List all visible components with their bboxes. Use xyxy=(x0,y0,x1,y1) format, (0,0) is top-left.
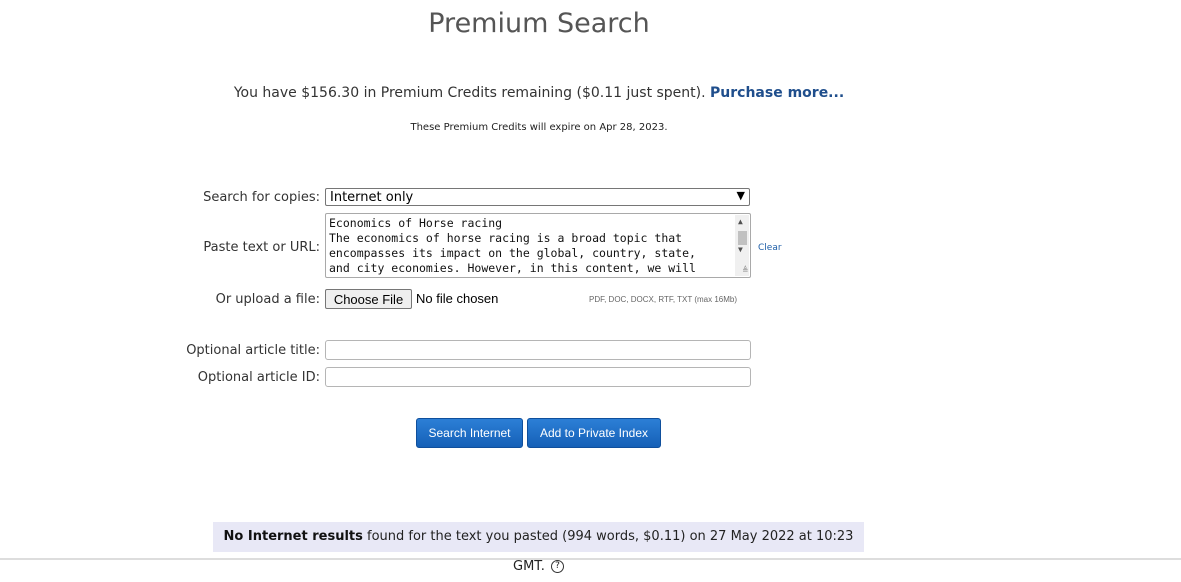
expire-note: These Premium Credits will expire on Apr… xyxy=(410,122,668,133)
file-types-hint: PDF, DOC, DOCX, RTF, TXT (max 16Mb) xyxy=(589,295,738,304)
scroll-up-icon[interactable]: ▲ xyxy=(738,217,743,226)
paste-text-area[interactable]: Economics of Horse racing The economics … xyxy=(325,213,751,278)
article-id-label: Optional article ID: xyxy=(197,370,320,385)
article-id-input[interactable] xyxy=(325,367,751,387)
page-title: Premium Search xyxy=(428,8,650,39)
add-to-private-index-button[interactable]: Add to Private Index xyxy=(527,418,661,448)
search-scope-value: Internet only xyxy=(330,190,414,205)
file-status: No file chosen xyxy=(416,291,499,306)
article-title-label: Optional article title: xyxy=(186,343,320,358)
paste-text-value: Economics of Horse racing The economics … xyxy=(329,216,696,275)
purchase-more-link[interactable]: Purchase more... xyxy=(710,85,844,101)
results-summary: No Internet results found for the text y… xyxy=(213,522,864,574)
clear-link[interactable]: Clear xyxy=(758,243,782,253)
resize-grip-icon[interactable]: ≜ xyxy=(743,266,748,276)
scroll-down-icon[interactable]: ▼ xyxy=(738,245,743,254)
results-details: found for the text you pasted (994 words… xyxy=(362,529,854,574)
search-scope-select[interactable]: Internet only ▼ xyxy=(325,188,750,206)
credits-text: You have $156.30 in Premium Credits rema… xyxy=(233,85,706,101)
search-internet-button[interactable]: Search Internet xyxy=(416,418,523,448)
article-title-input[interactable] xyxy=(325,340,751,360)
credits-line: You have $156.30 in Premium Credits rema… xyxy=(0,85,1078,101)
chevron-down-icon: ▼ xyxy=(736,189,745,202)
paste-text-label: Paste text or URL: xyxy=(203,240,320,255)
help-circle-icon[interactable]: ? xyxy=(550,560,564,573)
results-status: No Internet results xyxy=(223,529,363,544)
scroll-thumb[interactable] xyxy=(738,231,747,245)
upload-file-label: Or upload a file: xyxy=(215,292,320,307)
search-for-copies-label: Search for copies: xyxy=(203,190,320,205)
choose-file-button[interactable]: Choose File xyxy=(325,289,412,309)
